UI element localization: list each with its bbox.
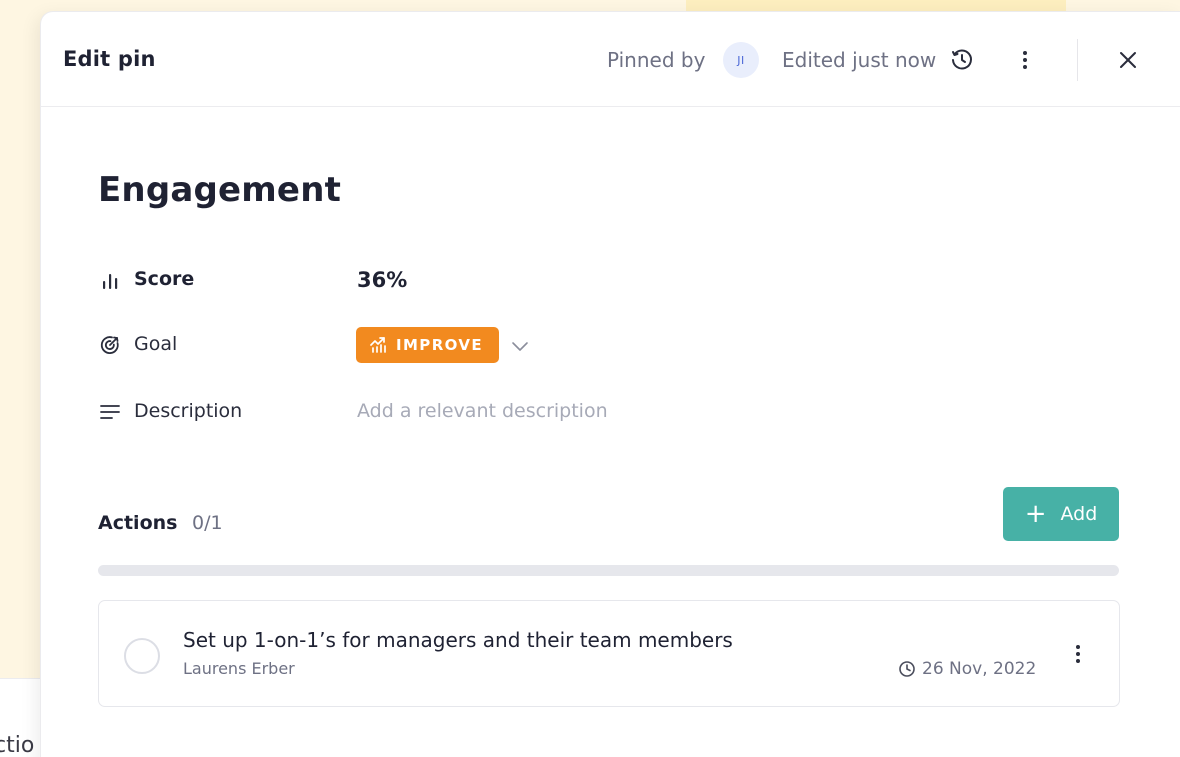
score-label: Score <box>134 268 195 290</box>
text-lines-icon <box>100 405 120 419</box>
action-title[interactable]: Set up 1-on-1’s for managers and their t… <box>183 628 733 652</box>
edit-pin-modal: Edit pin Pinned by JI Edited just now En… <box>41 12 1180 757</box>
action-more-options-icon[interactable] <box>1070 642 1086 666</box>
action-complete-checkbox[interactable] <box>124 638 160 674</box>
pin-title[interactable]: Engagement <box>98 170 341 210</box>
actions-progress-bar <box>98 565 1119 576</box>
goal-label: Goal <box>134 333 178 355</box>
modal-title: Edit pin <box>63 47 156 71</box>
trend-up-icon <box>370 337 386 353</box>
clock-icon <box>899 661 915 677</box>
header-divider <box>1077 39 1078 81</box>
target-icon <box>100 336 119 354</box>
bar-chart-icon <box>103 274 118 289</box>
close-icon[interactable] <box>1116 48 1140 72</box>
more-options-icon[interactable] <box>1017 48 1033 72</box>
goal-value: IMPROVE <box>396 336 484 354</box>
pinned-by-label: Pinned by <box>607 48 706 72</box>
modal-header: Edit pin Pinned by JI Edited just now <box>41 12 1180 107</box>
description-input[interactable]: Add a relevant description <box>357 400 608 422</box>
due-date-text: 26 Nov, 2022 <box>922 659 1037 679</box>
add-button-label: Add <box>1060 503 1098 525</box>
actions-count: 0/1 <box>192 512 223 534</box>
chevron-down-icon[interactable] <box>509 335 531 357</box>
actions-label: Actions <box>98 512 178 534</box>
background-partial-text: ctio <box>0 733 35 757</box>
score-value: 36% <box>357 268 408 292</box>
edited-status: Edited just now <box>782 48 937 72</box>
description-label: Description <box>134 400 243 422</box>
add-action-button[interactable]: + Add <box>1003 487 1119 541</box>
history-icon[interactable] <box>950 48 974 72</box>
action-item[interactable]: Set up 1-on-1’s for managers and their t… <box>98 600 1120 707</box>
plus-icon: + <box>1024 499 1047 529</box>
action-owner: Laurens Erber <box>183 659 295 678</box>
action-due-date: 26 Nov, 2022 <box>898 659 1036 679</box>
avatar[interactable]: JI <box>723 42 759 78</box>
goal-badge[interactable]: IMPROVE <box>356 327 499 363</box>
